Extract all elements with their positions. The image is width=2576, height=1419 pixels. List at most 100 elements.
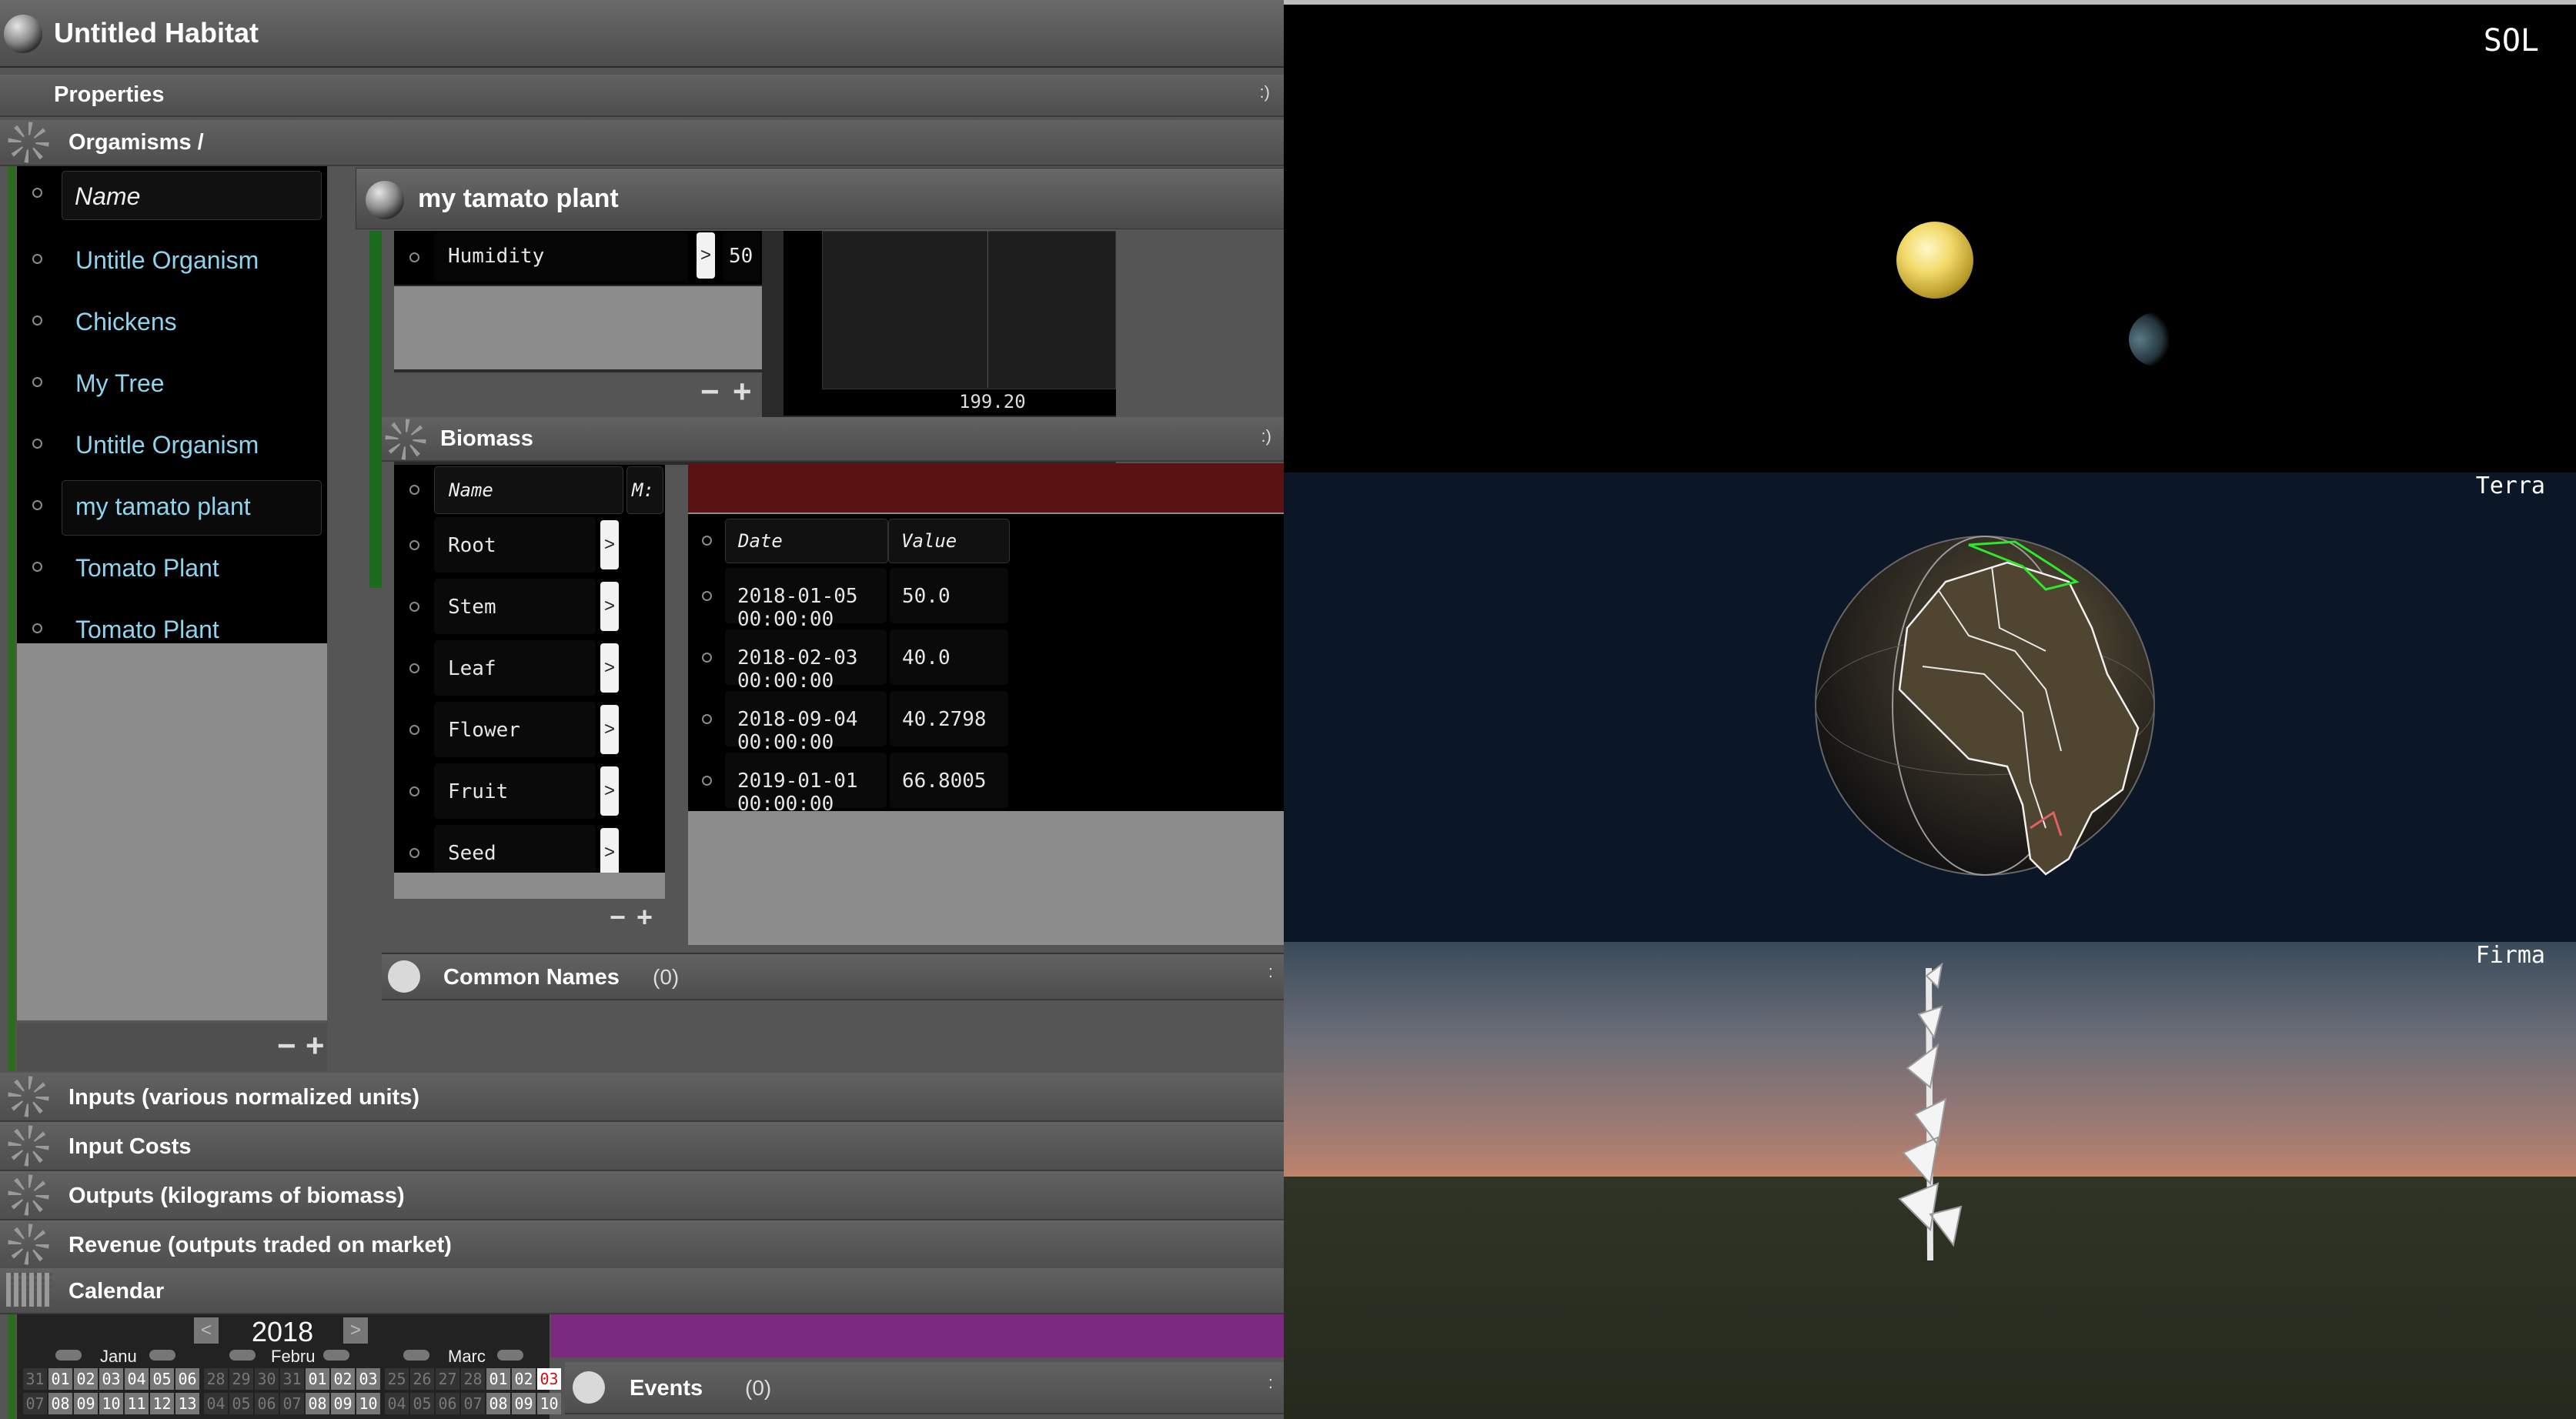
list-item[interactable]: Untitle Organism [17,231,327,291]
common-names-menu[interactable]: : [1268,962,1273,982]
part-expand-button[interactable]: > [600,643,619,693]
sol-viewport[interactable]: SOL [1284,0,2576,472]
add-part-button[interactable]: + [636,903,653,931]
month-prev-button[interactable] [403,1350,429,1361]
calendar-day[interactable]: 26 [410,1368,434,1390]
list-item[interactable]: my tamato plant [17,477,327,537]
next-year-button[interactable]: > [343,1317,368,1344]
calendar-day[interactable]: 10 [356,1393,380,1414]
calendar-day[interactable]: 05 [410,1393,434,1414]
part-expand-button[interactable]: > [600,520,619,569]
biomass-part-row[interactable]: Flower > [394,700,665,759]
calendar-day[interactable]: 06 [255,1393,279,1414]
calendar-day[interactable]: 08 [306,1393,329,1414]
firma-viewport[interactable]: Firma [1284,942,2576,1419]
calendar-day[interactable]: 28 [204,1368,228,1390]
calendar-day[interactable]: 07 [461,1393,485,1414]
organisms-section-header[interactable]: Orgamisms / [0,120,1284,166]
calendar-day[interactable]: 27 [436,1368,459,1390]
calendar-day[interactable]: 04 [125,1368,149,1390]
remove-humidity-button[interactable]: − [700,376,720,408]
calendar-day[interactable]: 05 [229,1393,253,1414]
calendar-day[interactable]: 12 [150,1393,174,1414]
calendar-day[interactable]: 07 [23,1393,47,1414]
month-next-button[interactable] [497,1350,523,1361]
properties-bar[interactable]: Properties :) [0,75,1284,117]
collapsed-section-header[interactable]: Outputs (kilograms of biomass) [0,1171,1284,1220]
calendar-day[interactable]: 03 [356,1368,380,1390]
part-expand-button[interactable]: > [600,705,619,754]
biomass-part-row[interactable]: Stem > [394,577,665,636]
list-item[interactable]: My Tree [17,354,327,414]
calendar-day[interactable]: 04 [385,1393,409,1414]
calendar-day[interactable]: 29 [229,1368,253,1390]
calendar-day[interactable]: 02 [74,1368,98,1390]
table-row[interactable]: 2018-01-05 00:00:00 50.0 [688,566,1284,631]
calendar-day[interactable]: 06 [436,1393,459,1414]
calendar-day[interactable]: 07 [280,1393,304,1414]
list-item[interactable]: Untitle Organism [17,416,327,476]
value-cell[interactable]: 50.0 [890,568,1008,623]
name-column-header[interactable]: Name [62,171,322,220]
remove-organism-button[interactable]: − [277,1030,296,1062]
events-bar[interactable]: Events (0) : [565,1362,1284,1414]
month-prev-button[interactable] [55,1350,82,1361]
calendar-day[interactable]: 02 [331,1368,355,1390]
calendar-day[interactable]: 03 [537,1368,561,1390]
month-prev-button[interactable] [229,1350,256,1361]
part-expand-button[interactable]: > [600,766,619,816]
list-item[interactable]: Tomato Plant [17,539,327,599]
events-menu[interactable]: : [1268,1373,1273,1393]
collapsed-section-header[interactable]: Inputs (various normalized units) [0,1073,1284,1122]
calendar-day[interactable]: 02 [512,1368,536,1390]
calendar-day[interactable]: 10 [99,1393,123,1414]
collapsed-section-header[interactable]: Input Costs [0,1122,1284,1171]
month-next-button[interactable] [323,1350,349,1361]
add-humidity-button[interactable]: + [733,376,752,408]
biomass-part-row[interactable]: Root > [394,516,665,574]
humidity-value-cell[interactable]: 50 [723,232,760,282]
terra-viewport[interactable]: Terra [1284,472,2576,942]
properties-toggle[interactable]: :) [1260,82,1270,102]
calendar-day[interactable]: 06 [175,1368,199,1390]
calendar-day[interactable]: 11 [125,1393,149,1414]
biomass-part-row[interactable]: Fruit > [394,762,665,820]
part-expand-button[interactable]: > [600,582,619,631]
calendar-section-header[interactable]: Calendar [0,1268,1284,1314]
biomass-toggle[interactable]: :) [1261,426,1271,446]
calendar-day[interactable]: 08 [486,1393,510,1414]
collapsed-section-header[interactable]: Revenue (outputs traded on market) [0,1220,1284,1270]
value-cell[interactable]: 40.0 [890,629,1008,685]
calendar-day[interactable]: 01 [486,1368,510,1390]
biomass-section-header[interactable]: Biomass :) [382,417,1284,462]
calendar-day[interactable]: 01 [48,1368,72,1390]
calendar-day[interactable]: 01 [306,1368,329,1390]
calendar-day[interactable]: 08 [48,1393,72,1414]
list-item[interactable]: Chickens [17,292,327,352]
calendar-day[interactable]: 09 [512,1393,536,1414]
table-row[interactable]: 2019-01-01 00:00:00 66.8005 [688,751,1284,816]
calendar-day[interactable]: 30 [255,1368,279,1390]
biomass-second-header[interactable]: M: [626,466,663,514]
humidity-expand-button[interactable]: > [697,232,715,279]
table-row[interactable]: 2018-09-04 00:00:00 40.2798 [688,689,1284,754]
common-names-bar[interactable]: Common Names (0) : [382,953,1284,1000]
calendar-day[interactable]: 04 [204,1393,228,1414]
calendar-day[interactable]: 10 [537,1393,561,1414]
calendar-day[interactable]: 28 [461,1368,485,1390]
calendar-day[interactable]: 09 [331,1393,355,1414]
list-item[interactable]: Tomato Plant [17,600,327,660]
table-row[interactable]: 2018-02-03 00:00:00 40.0 [688,628,1284,693]
biomass-name-header[interactable]: Name [434,466,623,514]
biomass-part-row[interactable]: Leaf > [394,639,665,697]
date-column-header[interactable]: Date [725,519,888,563]
value-cell[interactable]: 40.2798 [890,691,1008,746]
calendar-day[interactable]: 25 [385,1368,409,1390]
part-expand-button[interactable]: > [600,828,619,877]
calendar-day[interactable]: 09 [74,1393,98,1414]
calendar-day[interactable]: 03 [99,1368,123,1390]
month-next-button[interactable] [149,1350,175,1361]
calendar-day[interactable]: 31 [23,1368,47,1390]
calendar-day[interactable]: 31 [280,1368,304,1390]
calendar-day[interactable]: 05 [150,1368,174,1390]
